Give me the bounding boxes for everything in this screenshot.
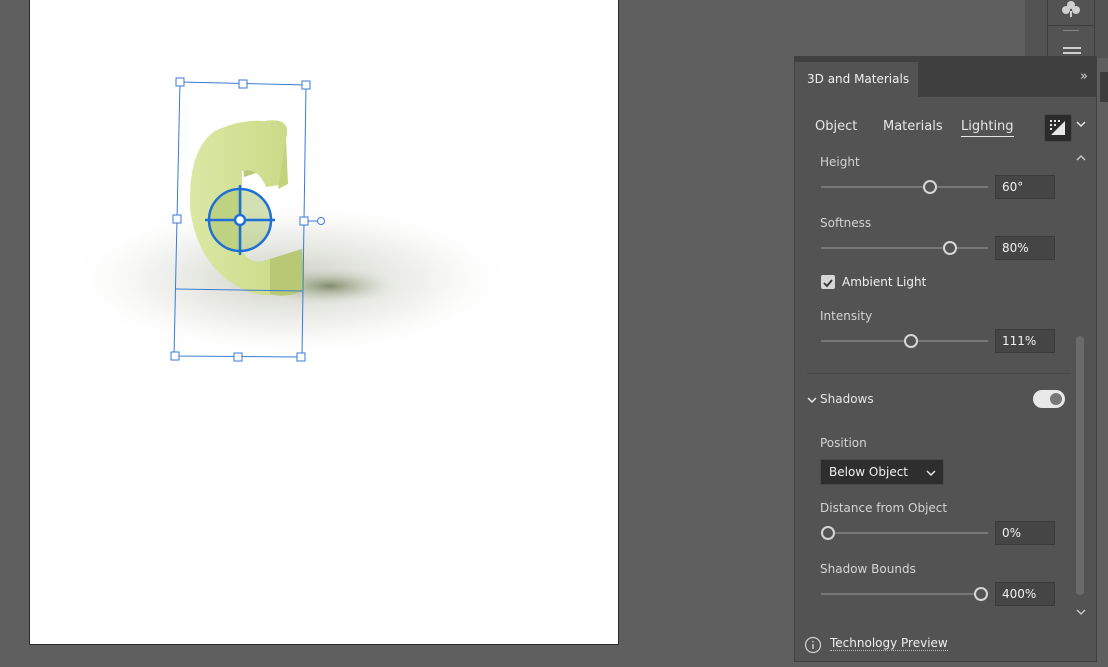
chevron-down-icon[interactable] [1076,119,1086,129]
dock-club-button[interactable] [1047,0,1095,26]
distance-value-field[interactable]: 0% [995,521,1055,545]
distance-slider[interactable] [820,526,988,540]
dock-menu-button[interactable] [1047,25,1095,59]
lighting-preset-button[interactable] [1044,114,1072,142]
panel-scrollbar[interactable] [1075,153,1087,615]
slider-thumb[interactable] [904,334,919,348]
slider-thumb[interactable] [820,526,835,540]
chevron-down-icon [926,470,936,477]
intensity-slider[interactable] [821,334,988,348]
intensity-value-field[interactable]: 111% [995,329,1055,353]
panel-tabbar: 3D and Materials » [795,57,1096,97]
slider-thumb[interactable] [922,180,937,194]
artboard[interactable] [29,0,619,645]
panel-title-tab[interactable]: 3D and Materials [795,62,918,97]
tab-materials[interactable]: Materials [883,119,943,134]
slider-thumb[interactable] [974,587,989,601]
technology-preview-link[interactable]: Technology Preview [830,636,948,651]
shadows-toggle[interactable] [1033,390,1065,408]
position-label: Position [820,436,867,450]
shadows-section-header[interactable]: Shadows [807,392,874,406]
softness-value-field[interactable]: 80% [995,236,1055,260]
intensity-label: Intensity [820,309,873,323]
height-slider[interactable] [821,180,988,194]
3d-materials-panel: 3D and Materials » Object Materials Ligh… [794,56,1097,662]
scrollbar-thumb[interactable] [1076,336,1084,595]
shadow-bounds-label: Shadow Bounds [820,562,916,576]
info-icon [804,636,822,654]
lines-icon [1063,30,1081,54]
collapse-icon[interactable]: » [1080,69,1088,84]
section-divider [807,373,1071,374]
shadows-label: Shadows [820,392,874,406]
shadow-bounds-slider[interactable] [821,587,989,601]
softness-slider[interactable] [821,241,988,255]
club-icon [1062,1,1080,17]
tab-lighting[interactable]: Lighting [961,119,1014,137]
shadow-bounds-value-field[interactable]: 400% [995,582,1055,606]
softness-label: Softness [820,216,872,230]
scroll-up-icon[interactable] [1075,153,1087,163]
position-dropdown[interactable]: Below Object [820,459,944,485]
chevron-down-icon [807,396,817,403]
3d-object-canvas [60,77,520,362]
position-dropdown-value: Below Object [829,465,909,479]
slider-thumb[interactable] [942,241,957,255]
ambient-light-checkbox[interactable] [821,275,835,289]
lighting-preset-icon [1050,120,1065,135]
distance-label: Distance from Object [820,501,948,515]
ambient-light-label: Ambient Light [842,275,927,289]
height-label: Height [820,155,860,169]
checkmark-icon [823,279,833,288]
scroll-down-icon[interactable] [1075,607,1087,617]
tab-object[interactable]: Object [815,119,857,134]
dock-edge [1100,72,1108,102]
panel-footer: Technology Preview [795,629,1096,661]
height-value-field[interactable]: 60° [995,175,1055,199]
